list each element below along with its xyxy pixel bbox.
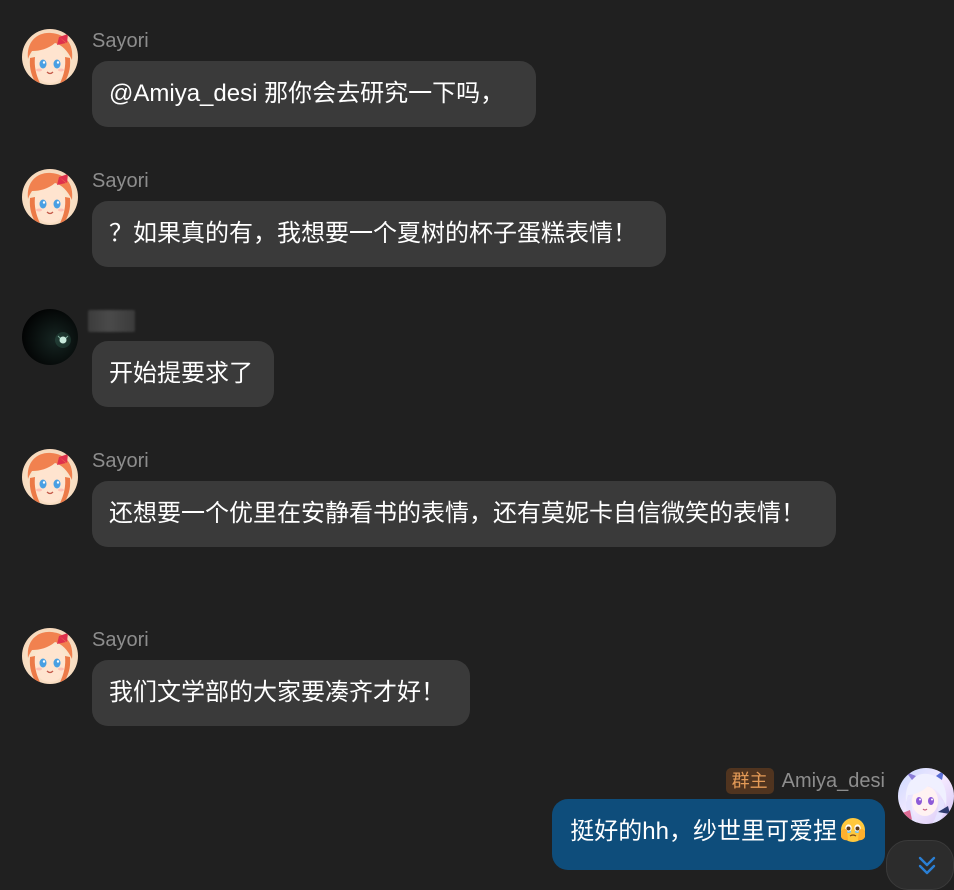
message-bubble[interactable]: @Amiya_desi 那你会去研究一下吗， xyxy=(92,61,536,127)
own-message-text: 挺好的hh，纱世里可爱捏 xyxy=(570,818,837,845)
own-message-item: 群主 Amiya_desi 挺好的hh，纱世里可爱捏 xyxy=(0,766,954,872)
own-message-header: 群主 Amiya_desi xyxy=(725,766,885,796)
message-bubble[interactable]: 还想要一个优里在安静看书的表情，还有莫妮卡自信微笑的表情！ xyxy=(92,481,836,547)
amiya-avatar[interactable] xyxy=(898,768,954,824)
sayori-avatar[interactable] xyxy=(22,29,78,85)
message-bubble[interactable]: 我们文学部的大家要凑齐才好！ xyxy=(92,660,470,726)
blurred-sender-name xyxy=(88,310,135,332)
message-bubble[interactable]: 开始提要求了 xyxy=(92,341,274,407)
sender-name[interactable]: Sayori xyxy=(92,169,149,193)
own-message-bubble[interactable]: 挺好的hh，纱世里可爱捏 xyxy=(552,799,885,870)
message-bubble[interactable]: ？如果真的有，我想要一个夏树的杯子蛋糕表情！ xyxy=(92,201,666,267)
double-chevron-down-icon xyxy=(918,856,936,875)
scroll-to-bottom-button[interactable] xyxy=(886,840,954,890)
sender-name[interactable]: Amiya_desi xyxy=(782,769,885,793)
sender-name[interactable]: Sayori xyxy=(92,449,149,473)
face-holding-back-tears-icon xyxy=(839,816,867,856)
sender-name[interactable]: Sayori xyxy=(92,29,149,53)
sayori-avatar[interactable] xyxy=(22,169,78,225)
sender-name[interactable]: Sayori xyxy=(92,628,149,652)
sayori-avatar[interactable] xyxy=(22,449,78,505)
user-avatar[interactable] xyxy=(22,309,78,365)
group-owner-badge: 群主 xyxy=(725,768,774,794)
sayori-avatar[interactable] xyxy=(22,628,78,684)
